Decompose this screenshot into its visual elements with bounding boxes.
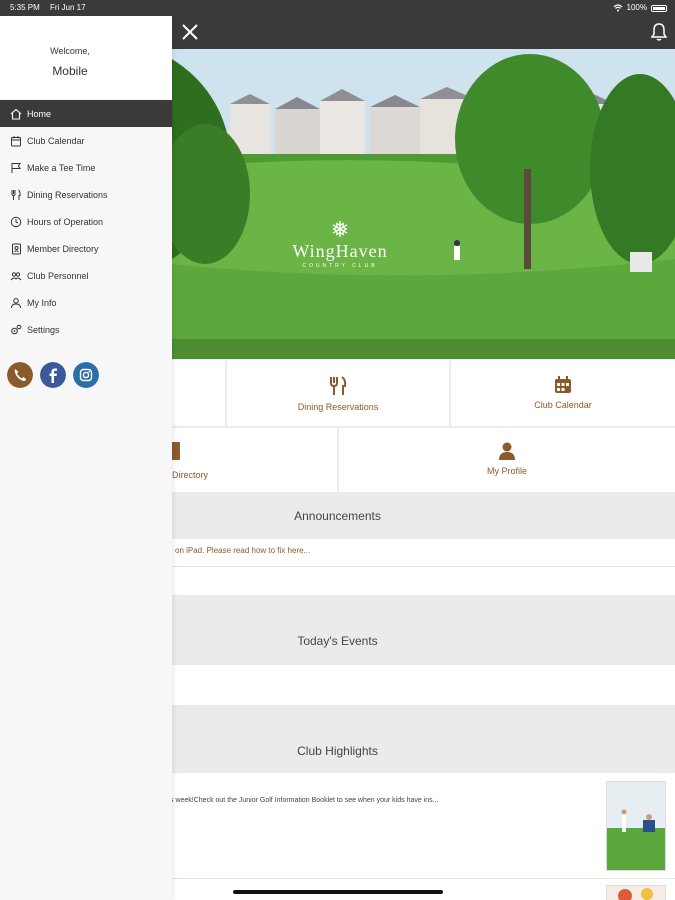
events-title: Today's Events: [297, 634, 378, 648]
menu-label-dining: Dining Reservations: [27, 189, 108, 200]
tile-dining-label: Dining Reservations: [297, 402, 379, 412]
status-time: 5:35 PM: [10, 3, 40, 12]
menu-label-settings: Settings: [27, 324, 60, 335]
food-photo: [607, 886, 665, 900]
flag-icon: [11, 162, 21, 173]
status-bar: 5:35 PM Fri Jun 17 100%: [0, 0, 675, 16]
menu-label-tee-time: Make a Tee Time: [27, 162, 96, 173]
app-screen: 5:35 PM Fri Jun 17 100% ❅ WingHaven COUN…: [0, 0, 675, 900]
bird-icon: ❅: [330, 217, 350, 242]
junior-golf-photo: [607, 782, 665, 870]
address-book-icon: [12, 243, 21, 254]
menu-item-home[interactable]: Home: [0, 100, 172, 127]
tile-my-profile[interactable]: My Profile: [339, 428, 675, 492]
drawer-menu: Home Club Calendar Make a Tee Time Dinin…: [0, 100, 172, 343]
wifi-icon: [613, 4, 622, 12]
phone-icon[interactable]: [7, 362, 33, 388]
instagram-icon[interactable]: [73, 362, 99, 388]
menu-item-my-info[interactable]: My Info: [0, 289, 172, 316]
club-logo: ❅ WingHaven COUNTRY CLUB: [270, 217, 410, 270]
group-icon: [10, 271, 22, 280]
tile-dining-reservations[interactable]: Dining Reservations: [227, 360, 449, 426]
home-indicator[interactable]: [233, 890, 443, 894]
menu-label-home: Home: [27, 108, 52, 119]
clock-icon: [10, 216, 22, 227]
menu-label-my-info: My Info: [27, 297, 57, 308]
menu-label-hours: Hours of Operation: [27, 216, 104, 227]
home-icon: [10, 108, 22, 120]
utensils-icon: [330, 376, 347, 395]
highlight-text: s week!Check out the Junior Golf Informa…: [170, 797, 439, 804]
calendar-icon: [11, 135, 21, 146]
welcome-panel: Welcome, Mobile: [0, 16, 172, 99]
menu-label-club-personnel: Club Personnel: [27, 270, 89, 281]
menu-item-settings[interactable]: Settings: [0, 316, 172, 343]
logo-name: WingHaven: [292, 241, 388, 261]
facebook-icon[interactable]: [40, 362, 66, 388]
battery-percent: 100%: [626, 3, 647, 12]
menu-item-tee-time[interactable]: Make a Tee Time: [0, 154, 172, 181]
calendar-icon: [555, 376, 571, 393]
side-drawer: Welcome, Mobile Home Club Calendar Make …: [0, 16, 172, 900]
announcements-title: Announcements: [294, 509, 381, 523]
menu-item-member-directory[interactable]: Member Directory: [0, 235, 172, 262]
user-icon: [499, 442, 515, 460]
highlight-thumbnail-next: [606, 885, 666, 900]
logo-subtitle: COUNTRY CLUB: [302, 263, 378, 269]
menu-label-club-calendar: Club Calendar: [27, 135, 85, 146]
announcement-text: on iPad. Please read how to fix here...: [175, 546, 311, 555]
menu-item-hours[interactable]: Hours of Operation: [0, 208, 172, 235]
highlight-thumbnail: [606, 781, 666, 871]
user-icon: [11, 297, 21, 308]
menu-item-club-personnel[interactable]: Club Personnel: [0, 262, 172, 289]
menu-item-club-calendar[interactable]: Club Calendar: [0, 127, 172, 154]
gears-icon: [11, 324, 22, 334]
user-name: Mobile: [52, 64, 88, 78]
utensils-icon: [11, 189, 21, 200]
tile-profile-label: My Profile: [486, 466, 527, 476]
bell-icon[interactable]: [650, 22, 668, 42]
close-icon[interactable]: [180, 22, 200, 42]
menu-item-dining[interactable]: Dining Reservations: [0, 181, 172, 208]
menu-label-member-directory: Member Directory: [27, 243, 99, 254]
tile-calendar-label: Club Calendar: [534, 400, 592, 410]
highlights-title: Club Highlights: [297, 744, 378, 758]
status-right: 100%: [613, 0, 667, 16]
tile-directory-label: Directory: [172, 470, 209, 480]
battery-icon: [651, 4, 667, 12]
tile-club-calendar[interactable]: Club Calendar: [451, 360, 675, 426]
status-date: Fri Jun 17: [50, 3, 86, 12]
welcome-label: Welcome,: [50, 46, 90, 56]
